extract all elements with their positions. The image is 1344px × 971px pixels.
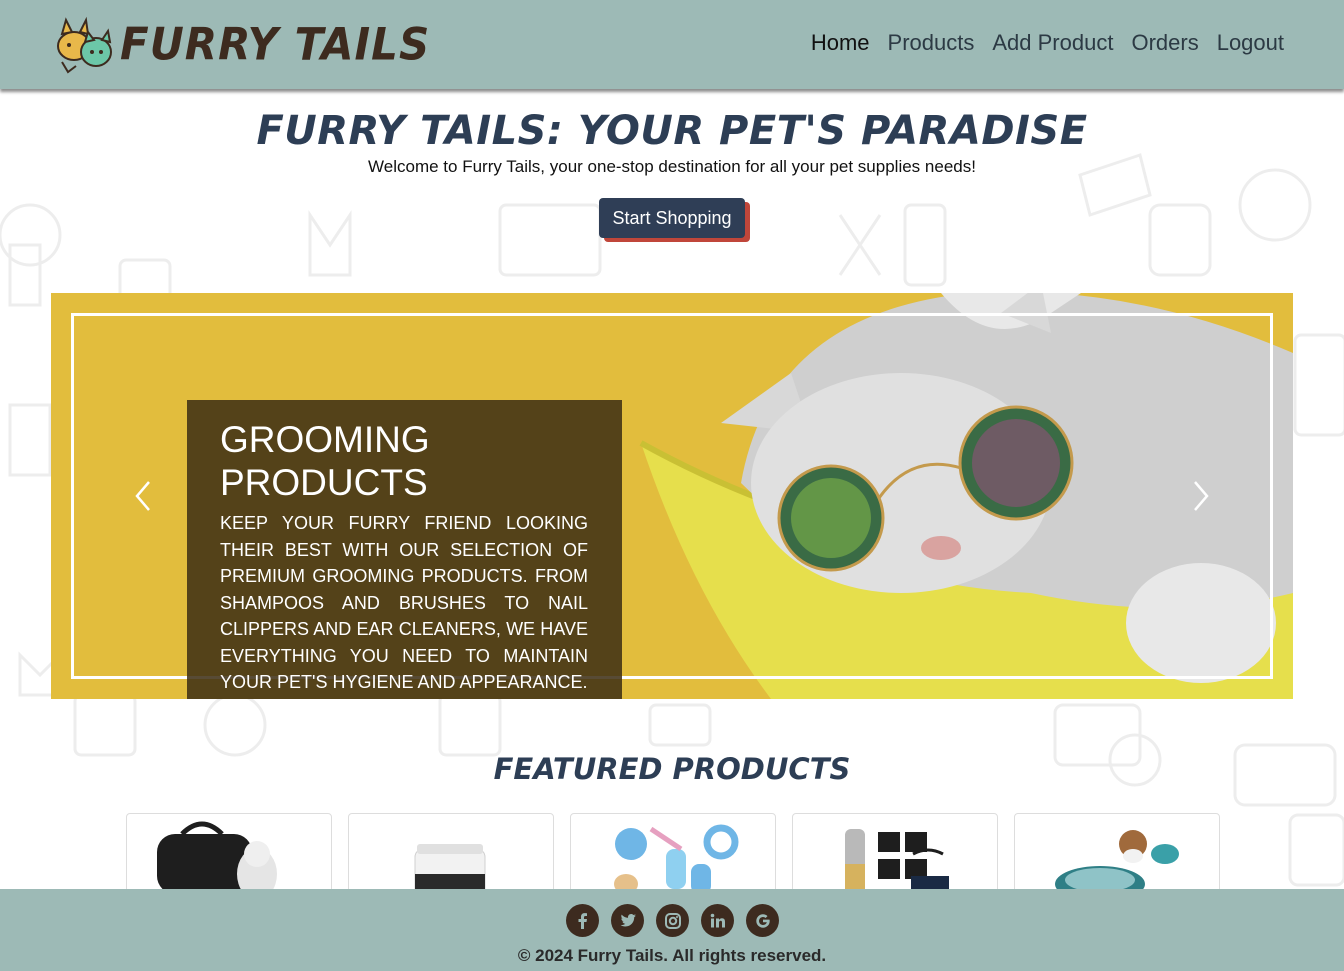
google-icon[interactable] bbox=[746, 904, 779, 937]
brand-name: FURRY TAILS bbox=[120, 18, 431, 70]
social-links bbox=[566, 904, 779, 937]
slide-caption: GROOMING PRODUCTS KEEP YOUR FURRY FRIEND… bbox=[187, 400, 622, 699]
slide-description: KEEP YOUR FURRY FRIEND LOOKING THEIR BES… bbox=[220, 513, 588, 692]
pets-logo-icon bbox=[57, 16, 112, 74]
copyright-text: © 2024 Furry Tails. All rights reserved. bbox=[517, 946, 827, 965]
carousel-prev-icon[interactable] bbox=[129, 478, 159, 514]
slide-title: GROOMING PRODUCTS bbox=[220, 419, 430, 503]
nav-logout[interactable]: Logout bbox=[1217, 30, 1284, 56]
nav-products[interactable]: Products bbox=[888, 30, 975, 56]
twitter-icon[interactable] bbox=[611, 904, 644, 937]
main-nav: Home Products Add Product Orders Logout bbox=[811, 30, 1284, 56]
facebook-icon[interactable] bbox=[566, 904, 599, 937]
nav-add-product[interactable]: Add Product bbox=[992, 30, 1113, 56]
hero-subtitle: Welcome to Furry Tails, your one-stop de… bbox=[368, 157, 976, 176]
brand[interactable]: FURRY TAILS bbox=[52, 12, 430, 76]
instagram-icon[interactable] bbox=[656, 904, 689, 937]
carousel-next-icon[interactable] bbox=[1185, 478, 1215, 514]
linkedin-icon[interactable] bbox=[701, 904, 734, 937]
hero-carousel: GROOMING PRODUCTS KEEP YOUR FURRY FRIEND… bbox=[51, 293, 1293, 699]
nav-orders[interactable]: Orders bbox=[1131, 30, 1198, 56]
nav-home[interactable]: Home bbox=[811, 30, 870, 56]
navbar: FURRY TAILS Home Products Add Product Or… bbox=[0, 0, 1344, 89]
footer: © 2024 Furry Tails. All rights reserved. bbox=[0, 889, 1344, 971]
hero-title: FURRY TAILS: YOUR PET'S PARADISE bbox=[256, 108, 1088, 154]
start-shopping-button[interactable]: Start Shopping bbox=[599, 198, 745, 238]
featured-products-heading: FEATURED PRODUCTS bbox=[493, 752, 851, 786]
